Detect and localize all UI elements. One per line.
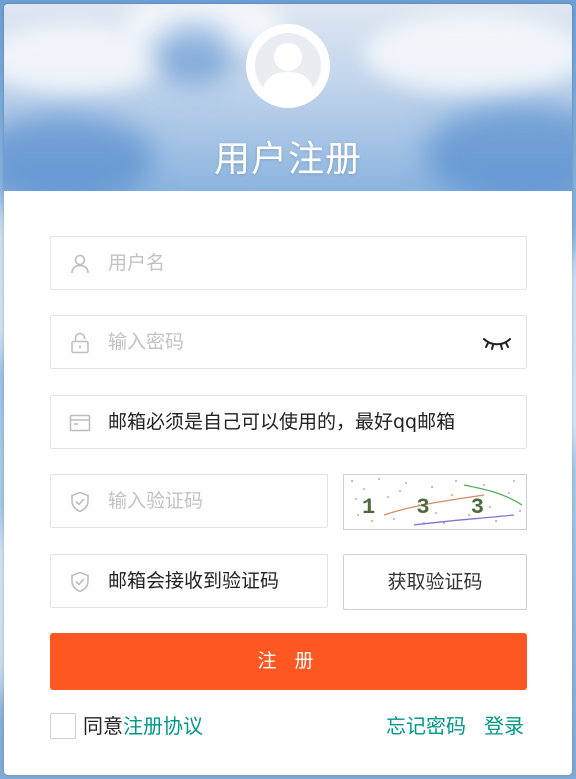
forgot-password-link[interactable]: 忘记密码 — [386, 712, 466, 740]
get-code-button[interactable]: 获取验证码 — [343, 554, 527, 610]
user-icon — [68, 252, 92, 276]
username-field[interactable]: 用户名 — [50, 236, 527, 290]
eye-closed-icon[interactable] — [482, 334, 512, 352]
register-card: 用户注册 用户名 输入密码 邮箱必须是自己可以使用的，最好qq邮箱 输入验证码 … — [4, 4, 572, 775]
agree-text: 同意注册协议 — [83, 712, 203, 740]
email-code-value: 邮箱会接收到验证码 — [108, 570, 280, 592]
lock-icon — [68, 331, 92, 355]
register-button[interactable]: 注 册 — [50, 633, 527, 690]
password-placeholder: 输入密码 — [108, 331, 185, 353]
captcha-field[interactable]: 输入验证码 — [50, 474, 328, 528]
agree-checkbox[interactable] — [50, 713, 76, 739]
username-placeholder: 用户名 — [108, 252, 166, 274]
captcha-image[interactable]: 1 3 3 9 — [343, 474, 538, 530]
captcha-placeholder: 输入验证码 — [108, 490, 204, 512]
shield-check-icon — [68, 570, 92, 594]
avatar-icon — [243, 21, 333, 111]
agreement-link[interactable]: 注册协议 — [123, 714, 203, 738]
captcha-graphic: 1 3 3 9 — [351, 478, 538, 526]
captcha-text: 1 3 3 9 — [362, 495, 526, 520]
card-header: 用户注册 — [4, 4, 572, 191]
page-title: 用户注册 — [213, 139, 362, 180]
email-value: 邮箱必须是自己可以使用的，最好qq邮箱 — [108, 411, 456, 433]
login-link[interactable]: 登录 — [484, 712, 524, 740]
password-field[interactable]: 输入密码 — [50, 315, 527, 369]
card-icon — [68, 411, 92, 435]
email-code-field[interactable]: 邮箱会接收到验证码 — [50, 554, 328, 608]
agree-label: 同意 — [83, 714, 123, 738]
shield-check-icon — [68, 490, 92, 514]
email-field[interactable]: 邮箱必须是自己可以使用的，最好qq邮箱 — [50, 395, 527, 449]
